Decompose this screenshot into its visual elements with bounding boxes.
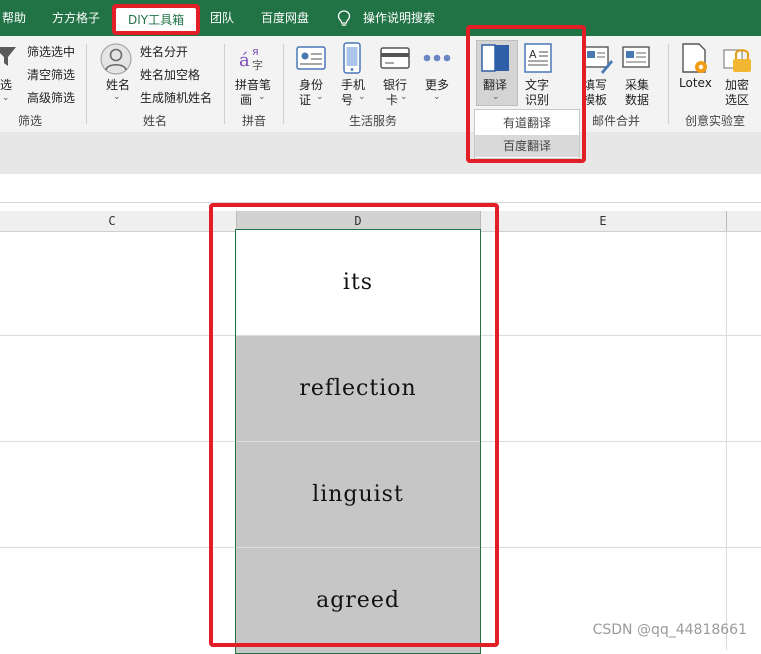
chevron-down-icon: ⌄ — [400, 92, 408, 102]
pinyin-stroke-button-line2: 画 — [240, 93, 253, 107]
id-card-icon — [296, 46, 326, 70]
tab-help[interactable]: 帮助 — [2, 0, 26, 36]
column-header-e[interactable]: E — [480, 211, 726, 231]
tab-baidu-netdisk[interactable]: 百度网盘 — [261, 0, 309, 36]
tab-fangfang[interactable]: 方方格子 — [52, 0, 100, 36]
column-divider — [726, 211, 727, 231]
clear-filter-button[interactable]: 清空筛选 — [27, 66, 75, 83]
filter-cut-label[interactable]: 选 — [0, 76, 12, 93]
group-divider — [224, 44, 225, 124]
lotex-button[interactable]: Lotex — [679, 76, 712, 90]
group-label-pinyin: 拼音 — [242, 114, 267, 128]
advanced-filter-button[interactable]: 高级筛选 — [27, 89, 75, 106]
collect-data-button-line2: 数据 — [625, 93, 650, 107]
name-add-space-button[interactable]: 姓名加空格 — [140, 66, 200, 83]
column-header-c[interactable]: C — [0, 211, 224, 231]
name-box-row — [0, 174, 761, 203]
group-label-life-services: 生活服务 — [349, 114, 398, 128]
phone-number-button-line2: 号 — [341, 93, 354, 107]
group-label-mail-merge: 邮件合并 — [592, 114, 641, 128]
group-divider — [86, 44, 87, 124]
svg-text:я: я — [252, 45, 259, 58]
lotex-document-gear-icon — [682, 43, 707, 73]
chevron-down-icon: ⌄ — [2, 93, 10, 103]
filter-funnel-icon — [0, 47, 16, 66]
chevron-down-icon: ⌄ — [258, 92, 266, 102]
id-card-button-line2: 证 — [299, 93, 312, 107]
encrypt-lock-icon — [723, 49, 751, 72]
chevron-down-icon: ⌄ — [433, 92, 441, 102]
encrypt-selection-button-line2: 选区 — [725, 93, 750, 107]
svg-text:á: á — [239, 50, 250, 71]
group-label-creative-lab: 创意实验室 — [685, 114, 746, 128]
group-label-name: 姓名 — [143, 114, 168, 128]
chevron-down-icon: ⌄ — [113, 92, 121, 102]
highlight-translate-group — [466, 25, 586, 163]
phone-icon — [343, 42, 361, 74]
group-divider — [668, 44, 669, 124]
fill-template-icon — [583, 46, 613, 74]
tab-search[interactable]: 操作说明搜索 — [363, 0, 435, 36]
group-divider — [283, 44, 284, 124]
collect-data-icon — [622, 46, 650, 68]
name-button[interactable]: 姓名 — [106, 76, 130, 93]
tab-team[interactable]: 团队 — [210, 0, 234, 36]
more-dots-icon — [423, 54, 451, 62]
more-button[interactable]: 更多 — [425, 76, 449, 93]
pinyin-icon: á я 字 — [239, 45, 263, 72]
group-label-filter: 筛选 — [18, 114, 43, 128]
bank-card-icon — [380, 47, 410, 69]
fill-template-button-line2: 模板 — [583, 93, 608, 107]
chevron-down-icon: ⌄ — [358, 92, 366, 102]
split-name-button[interactable]: 姓名分开 — [140, 43, 188, 60]
random-name-button[interactable]: 生成随机姓名 — [140, 89, 212, 106]
bank-card-button-line2: 卡 — [386, 93, 399, 107]
csdn-watermark: CSDN @qq_44818661 — [592, 622, 747, 638]
formula-bar-area — [0, 132, 761, 174]
svg-text:字: 字 — [252, 58, 263, 72]
column-gridline — [726, 231, 727, 650]
person-avatar-icon — [100, 43, 132, 75]
chevron-down-icon: ⌄ — [316, 92, 324, 102]
filter-selected-button[interactable]: 筛选选中 — [27, 43, 75, 60]
lightbulb-icon — [337, 10, 351, 26]
highlight-column-d — [209, 203, 499, 647]
highlight-diy-tab — [112, 4, 200, 35]
